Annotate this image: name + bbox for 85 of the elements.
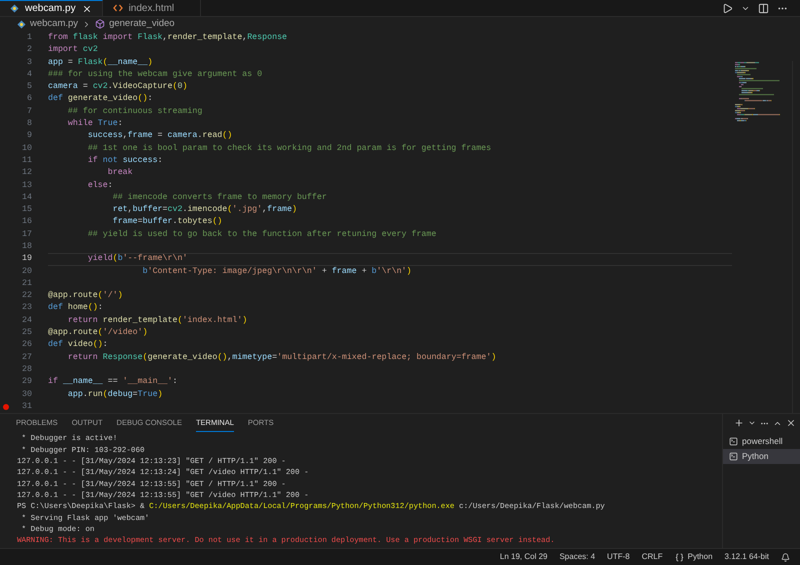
code-line: ### for using the webcam give argument as 0: [48, 68, 262, 81]
line-number: 20: [21, 266, 32, 278]
line-number: 6: [26, 93, 32, 106]
python-file-icon: [17, 20, 26, 28]
code-line: app.run(debug=True): [66, 388, 163, 401]
code-line: if not success:: [86, 154, 163, 167]
line-number: 16: [21, 216, 32, 228]
line-number: 12: [21, 167, 32, 180]
code-line: ## for continuous streaming: [66, 106, 202, 118]
line-number: 28: [21, 364, 32, 376]
line-number: 1: [26, 32, 32, 44]
status-item[interactable]: UTF-8: [607, 551, 630, 564]
editor-tab[interactable]: webcam.py: [0, 0, 103, 16]
line-number: 27: [21, 352, 32, 364]
editor-tab[interactable]: index.html: [102, 0, 202, 16]
code-line: if __name__ == '__main__':: [48, 376, 178, 388]
terminal-icon: [729, 437, 738, 446]
code-line: break: [106, 167, 133, 180]
line-number: 13: [21, 180, 32, 192]
code-line: import cv2: [48, 44, 98, 56]
line-number: 18: [21, 240, 32, 253]
code-line: else:: [86, 180, 113, 192]
split-editor-icon[interactable]: [758, 2, 769, 14]
code-line: return render_template('index.html'): [66, 314, 248, 327]
line-number: 14: [21, 192, 32, 204]
line-number: 11: [21, 154, 32, 167]
line-number: 23: [21, 302, 32, 314]
code-line: def video():: [48, 339, 108, 352]
code-line: @app.route('/video'): [48, 327, 148, 340]
line-number: 5: [26, 81, 32, 94]
line-number: 4: [26, 68, 32, 81]
code-line: def home():: [48, 302, 103, 314]
line-number: 9: [26, 130, 32, 142]
line-number: 30: [21, 388, 32, 401]
status-item[interactable]: Ln 19, Col 29: [500, 551, 548, 564]
code-line: ret,buffer=cv2.imencode('.jpg',frame): [112, 204, 298, 216]
breadcrumb-item[interactable]: webcam.py: [30, 16, 78, 32]
code-line: ## imencode converts frame to memory buffer: [112, 192, 327, 204]
line-number: 26: [21, 339, 32, 352]
python-file-icon: [10, 4, 19, 13]
line-number: 22: [21, 290, 32, 302]
terminal-list-item[interactable]: Python: [723, 449, 800, 464]
code-brackets-icon: [112, 4, 123, 12]
line-number: 10: [21, 142, 32, 155]
code-line: ## yield is used to go back to the function after retuning every frame: [86, 228, 436, 241]
code-line: while True:: [66, 118, 123, 130]
run-icon[interactable]: [722, 2, 733, 14]
code-line: app = Flask(__name__): [48, 56, 153, 69]
code-line: @app.route('/'): [48, 290, 123, 302]
status-item[interactable]: Spaces: 4: [559, 551, 596, 564]
tab-label: index.html: [128, 2, 174, 16]
new-terminal-icon[interactable]: [734, 418, 744, 428]
code-line: from flask import Flask,render_template,Response: [48, 32, 288, 44]
line-number: 25: [21, 327, 32, 340]
code-line: def generate_video():: [48, 93, 153, 106]
line-number: 15: [21, 204, 32, 216]
braces-icon: [674, 552, 684, 562]
status-item[interactable]: Python: [674, 551, 713, 564]
tab-label: webcam.py: [25, 2, 76, 16]
line-number: 2: [26, 44, 32, 56]
line-number: 24: [21, 314, 32, 327]
code-line: b'Content-Type: image/jpeg\r\n\r\n' + frame + b'\r\n'): [142, 266, 412, 278]
cube-icon: [95, 19, 106, 29]
line-number: 17: [21, 228, 32, 241]
status-item[interactable]: CRLF: [642, 551, 663, 564]
code-line: return Response(generate_video(),mimetype='multipart/x-mixed-replace; boundary=frame'): [66, 352, 496, 364]
terminal-list-item[interactable]: powershell: [723, 434, 800, 450]
line-number: 19: [21, 253, 32, 266]
close-icon[interactable]: [82, 4, 92, 14]
terminal-icon: [729, 452, 738, 462]
code-line: yield(b'--frame\r\n': [86, 253, 188, 266]
line-number: 29: [21, 376, 32, 388]
line-number: 31: [21, 400, 32, 413]
code-line: camera = cv2.VideoCapture(0): [48, 81, 188, 94]
line-number: 21: [21, 278, 32, 290]
bell-icon[interactable]: [781, 552, 790, 562]
status-item[interactable]: 3.12.1 64-bit: [724, 551, 769, 564]
line-number: 7: [26, 106, 32, 118]
code-line: frame=buffer.tobytes(): [112, 216, 222, 228]
close-icon[interactable]: [786, 418, 796, 428]
breadcrumb-item[interactable]: generate_video: [109, 16, 175, 32]
line-number: 8: [26, 118, 32, 130]
code-line: success,frame = camera.read(): [86, 130, 232, 142]
code-line: ## 1st one is bool param to check its working and 2nd param is for getting frames: [86, 142, 492, 155]
line-number: 3: [26, 56, 32, 69]
